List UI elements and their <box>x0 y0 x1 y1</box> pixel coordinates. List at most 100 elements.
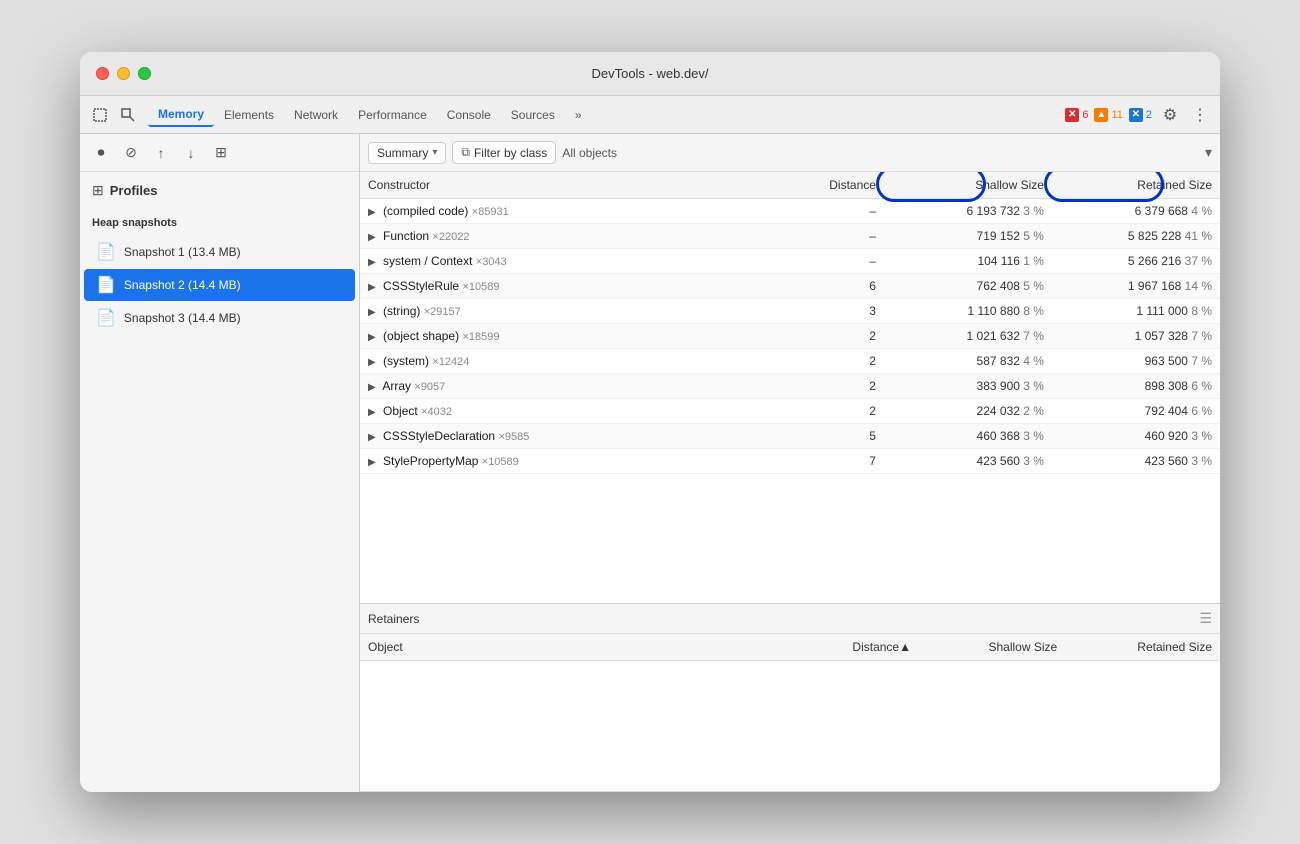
th-retainers-object[interactable]: Object <box>360 634 790 661</box>
td-shallow-num: 224 032 2 % <box>884 399 1052 424</box>
tab-bar: Memory Elements Network Performance Cons… <box>80 96 1220 134</box>
settings-button[interactable]: ⚙ <box>1158 103 1182 127</box>
retainers-menu-icon[interactable]: ☰ <box>1199 610 1212 627</box>
table-header-row: Constructor Distance Shallow Size Retain… <box>360 172 1220 199</box>
expand-arrow[interactable]: ▶ <box>368 357 376 368</box>
tab-console[interactable]: Console <box>437 104 501 126</box>
snapshot-item-1[interactable]: 📄 Snapshot 1 (13.4 MB) <box>84 236 355 268</box>
constructor-count: ×3043 <box>476 256 507 268</box>
td-shallow-num: 1 110 880 8 % <box>884 299 1052 324</box>
tab-sources[interactable]: Sources <box>501 104 565 126</box>
td-constructor: ▶ Object ×4032 <box>360 399 805 424</box>
th-constructor[interactable]: Constructor <box>360 172 805 199</box>
error-count: 6 <box>1082 109 1088 121</box>
table-row[interactable]: ▶ (string) ×29157 3 1 110 880 8 % 1 111 … <box>360 299 1220 324</box>
constructor-count: ×85931 <box>472 206 509 218</box>
filter-button[interactable]: ⧉ Filter by class <box>452 141 556 164</box>
stop-button[interactable]: ⊘ <box>118 140 144 166</box>
summary-dropdown[interactable]: Summary ▾ <box>368 142 446 164</box>
td-constructor: ▶ CSSStyleRule ×10589 <box>360 274 805 299</box>
expand-arrow[interactable]: ▶ <box>368 207 376 218</box>
td-distance: 2 <box>805 399 884 424</box>
clear-button[interactable]: ⊞ <box>208 140 234 166</box>
table-row[interactable]: ▶ Function ×22022 – 719 152 5 % 5 825 22… <box>360 224 1220 249</box>
record-button[interactable]: ⏺ <box>88 140 114 166</box>
retainers-retained-label: Retained Size <box>1137 640 1212 654</box>
table-row[interactable]: ▶ StylePropertyMap ×10589 7 423 560 3 % … <box>360 449 1220 474</box>
error-badge[interactable]: ✕ 6 <box>1065 108 1088 122</box>
cursor-icon-btn[interactable] <box>88 103 112 127</box>
expand-arrow[interactable]: ▶ <box>368 307 376 318</box>
td-constructor: ▶ CSSStyleDeclaration ×9585 <box>360 424 805 449</box>
th-retainers-distance[interactable]: Distance▲ <box>790 634 919 661</box>
expand-arrow[interactable]: ▶ <box>368 282 376 293</box>
th-retainers-shallow[interactable]: Shallow Size <box>919 634 1065 661</box>
table-row[interactable]: ▶ CSSStyleDeclaration ×9585 5 460 368 3 … <box>360 424 1220 449</box>
filter-icon: ⧉ <box>461 145 470 160</box>
expand-arrow[interactable]: ▶ <box>368 432 376 443</box>
table-row[interactable]: ▶ system / Context ×3043 – 104 116 1 % 5… <box>360 249 1220 274</box>
expand-arrow[interactable]: ▶ <box>368 457 376 468</box>
retainers-object-label: Object <box>368 640 403 654</box>
th-retainers-retained[interactable]: Retained Size <box>1065 634 1220 661</box>
warning-icon: ▲ <box>1094 108 1108 122</box>
toolbar-more-arrow[interactable]: ▾ <box>1205 144 1212 160</box>
more-button[interactable]: ⋮ <box>1188 103 1212 127</box>
tab-performance[interactable]: Performance <box>348 104 437 126</box>
tab-bar-right: ✕ 6 ▲ 11 ✕ 2 ⚙ ⋮ <box>1065 103 1212 127</box>
maximize-button[interactable] <box>138 67 151 80</box>
tab-memory[interactable]: Memory <box>148 103 214 127</box>
sidebar: ⏺ ⊘ ↑ ↓ ⊞ ⊞ Profiles Heap snapshots 📄 Sn… <box>80 134 360 792</box>
profiles-header: ⊞ Profiles <box>80 172 359 205</box>
table-row[interactable]: ▶ (object shape) ×18599 2 1 021 632 7 % … <box>360 324 1220 349</box>
th-retained-size[interactable]: Retained Size <box>1052 172 1220 199</box>
info-badge[interactable]: ✕ 2 <box>1129 108 1152 122</box>
td-shallow-num: 587 832 4 % <box>884 349 1052 374</box>
td-distance: 5 <box>805 424 884 449</box>
td-shallow-num: 762 408 5 % <box>884 274 1052 299</box>
tab-more[interactable]: » <box>565 104 592 126</box>
download-button[interactable]: ↓ <box>178 140 204 166</box>
td-distance: 7 <box>805 449 884 474</box>
table-upper: Constructor Distance Shallow Size Retain… <box>360 172 1220 603</box>
td-shallow-num: 104 116 1 % <box>884 249 1052 274</box>
tab-elements[interactable]: Elements <box>214 104 284 126</box>
td-retained-num: 792 404 6 % <box>1052 399 1220 424</box>
table-row[interactable]: ▶ (system) ×12424 2 587 832 4 % 963 500 … <box>360 349 1220 374</box>
sidebar-toolbar: ⏺ ⊘ ↑ ↓ ⊞ <box>80 134 359 172</box>
expand-arrow[interactable]: ▶ <box>368 382 376 393</box>
expand-arrow[interactable]: ▶ <box>368 257 376 268</box>
retainers-table-head: Object Distance▲ Shallow Size Retained S… <box>360 634 1220 661</box>
retainers-header: Retainers ☰ <box>360 604 1220 634</box>
expand-arrow[interactable]: ▶ <box>368 232 376 243</box>
snapshot-item-2[interactable]: 📄 Snapshot 2 (14.4 MB) <box>84 269 355 301</box>
constructor-count: ×10589 <box>462 281 499 293</box>
minimize-button[interactable] <box>117 67 130 80</box>
td-constructor: ▶ StylePropertyMap ×10589 <box>360 449 805 474</box>
main-table: Constructor Distance Shallow Size Retain… <box>360 172 1220 474</box>
table-row[interactable]: ▶ Array ×9057 2 383 900 3 % 898 308 6 % <box>360 374 1220 399</box>
upload-button[interactable]: ↑ <box>148 140 174 166</box>
th-distance[interactable]: Distance <box>805 172 884 199</box>
tab-bar-icons <box>88 103 140 127</box>
tab-network[interactable]: Network <box>284 104 348 126</box>
table-row[interactable]: ▶ (compiled code) ×85931 – 6 193 732 3 %… <box>360 199 1220 224</box>
expand-arrow[interactable]: ▶ <box>368 332 376 343</box>
expand-arrow[interactable]: ▶ <box>368 407 376 418</box>
inspect-icon-btn[interactable] <box>116 103 140 127</box>
profiles-label: Profiles <box>110 183 158 198</box>
th-shallow-size[interactable]: Shallow Size <box>884 172 1052 199</box>
info-count: 2 <box>1146 109 1152 121</box>
table-row[interactable]: ▶ Object ×4032 2 224 032 2 % 792 404 6 % <box>360 399 1220 424</box>
heap-snapshots-title: Heap snapshots <box>80 205 359 235</box>
summary-label: Summary <box>377 146 428 160</box>
td-retained-num: 1 111 000 8 % <box>1052 299 1220 324</box>
table-row[interactable]: ▶ CSSStyleRule ×10589 6 762 408 5 % 1 96… <box>360 274 1220 299</box>
cursor-icon <box>93 108 107 122</box>
snapshot-item-3[interactable]: 📄 Snapshot 3 (14.4 MB) <box>84 302 355 334</box>
close-button[interactable] <box>96 67 109 80</box>
td-constructor: ▶ Array ×9057 <box>360 374 805 399</box>
td-distance: – <box>805 224 884 249</box>
snapshot-icon-1: 📄 <box>96 242 116 262</box>
warning-badge[interactable]: ▲ 11 <box>1094 108 1122 122</box>
